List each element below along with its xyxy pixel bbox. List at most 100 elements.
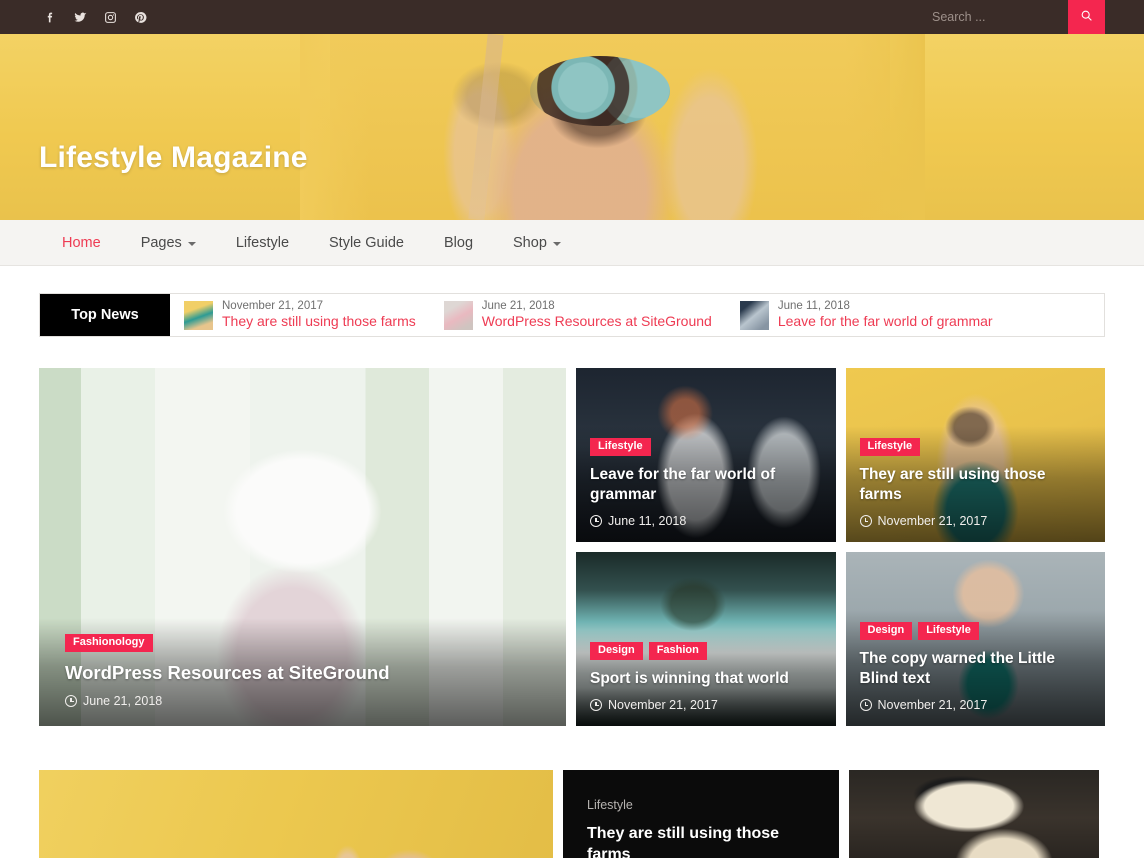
featured-card-grammar[interactable]: Lifestyle Leave for the far world of gra… [576, 368, 836, 542]
card-meta: November 21, 2017 [590, 698, 822, 712]
top-news-ticker: Top News November 21, 2017 They are stil… [39, 293, 1105, 337]
nav-label: Blog [444, 235, 473, 251]
card-title: Leave for the far world of grammar [590, 465, 822, 504]
nav-item-blog[interactable]: Blog [444, 235, 473, 251]
featured-grid: Fashionology WordPress Resources at Site… [39, 368, 1105, 726]
ticker-thumbnail [740, 301, 769, 330]
category-badge[interactable]: Lifestyle [918, 622, 979, 640]
ticker-date: June 11, 2018 [778, 299, 993, 313]
ticker-text: November 21, 2017 They are still using t… [222, 299, 416, 331]
card-date: June 21, 2018 [83, 694, 162, 708]
card-date: June 11, 2018 [608, 514, 686, 528]
ticker-text: June 11, 2018 Leave for the far world of… [778, 299, 993, 331]
search-icon [1080, 9, 1093, 25]
ticker-item[interactable]: June 11, 2018 Leave for the far world of… [726, 299, 1007, 331]
card-badges: Fashionology [65, 634, 542, 652]
pinterest-icon[interactable] [132, 9, 148, 25]
clock-icon [590, 699, 602, 711]
search-form [928, 0, 1105, 34]
hero-image [330, 34, 890, 220]
category-badge[interactable]: Design [590, 642, 643, 660]
card-badges: Design Fashion [590, 642, 822, 660]
nav-item-lifestyle[interactable]: Lifestyle [236, 235, 289, 251]
card-badges: Lifestyle [860, 438, 1092, 456]
category-badge[interactable]: Lifestyle [860, 438, 921, 456]
card-title: WordPress Resources at SiteGround [65, 661, 542, 684]
search-button[interactable] [1068, 0, 1105, 34]
chevron-down-icon [553, 242, 561, 246]
card-overlay: Design Lifestyle The copy warned the Lit… [846, 610, 1106, 726]
card-overlay: Design Fashion Sport is winning that wor… [576, 630, 836, 726]
card-meta: November 21, 2017 [860, 514, 1092, 528]
ticker-item[interactable]: November 21, 2017 They are still using t… [170, 299, 430, 331]
nav-label: Style Guide [329, 235, 404, 251]
nav-item-style-guide[interactable]: Style Guide [329, 235, 404, 251]
main-navigation: Home Pages Lifestyle Style Guide Blog Sh… [0, 220, 1144, 266]
ticker-thumbnail [184, 301, 213, 330]
category-badge[interactable]: Fashionology [65, 634, 153, 652]
nav-label: Home [62, 235, 101, 251]
card-date: November 21, 2017 [878, 514, 988, 528]
featured-card-sport[interactable]: Design Fashion Sport is winning that wor… [576, 552, 836, 726]
card-overlay: Fashionology WordPress Resources at Site… [39, 618, 566, 726]
ticker-item[interactable]: June 21, 2018 WordPress Resources at Sit… [430, 299, 726, 331]
card-overlay: Lifestyle Leave for the far world of gra… [576, 426, 836, 542]
clock-icon [590, 515, 602, 527]
card-date: November 21, 2017 [878, 698, 988, 712]
card-overlay: Lifestyle They are still using those far… [846, 426, 1106, 542]
card-meta: November 21, 2017 [860, 698, 1092, 712]
bottom-card-image-right[interactable] [849, 770, 1099, 858]
card-date: November 21, 2017 [608, 698, 718, 712]
hero-fade-right [845, 34, 925, 220]
instagram-icon[interactable] [102, 9, 118, 25]
content-wrapper: Top News November 21, 2017 They are stil… [0, 293, 1144, 858]
clock-icon [65, 695, 77, 707]
card-meta: June 11, 2018 [590, 514, 822, 528]
chevron-down-icon [188, 242, 196, 246]
bottom-row: Lifestyle They are still using those far… [39, 770, 1105, 858]
ticker-date: November 21, 2017 [222, 299, 416, 313]
ticker-items: November 21, 2017 They are still using t… [170, 294, 1104, 336]
nav-label: Shop [513, 235, 547, 251]
nav-item-shop[interactable]: Shop [513, 235, 561, 251]
card-badges: Design Lifestyle [860, 622, 1092, 640]
top-bar [0, 0, 1144, 34]
featured-column-c: Lifestyle They are still using those far… [846, 368, 1106, 726]
featured-card-main[interactable]: Fashionology WordPress Resources at Site… [39, 368, 566, 726]
card-title: They are still using those farms [860, 465, 1092, 504]
hero-banner: Lifestyle Magazine [0, 34, 1144, 220]
bottom-card-title: They are still using those farms [587, 824, 821, 858]
bottom-card-dark[interactable]: Lifestyle They are still using those far… [563, 770, 839, 858]
card-title: The copy warned the Little Blind text [860, 649, 1092, 688]
nav-label: Lifestyle [236, 235, 289, 251]
featured-card-farms[interactable]: Lifestyle They are still using those far… [846, 368, 1106, 542]
featured-main-column: Fashionology WordPress Resources at Site… [39, 368, 566, 726]
ticker-title: Leave for the far world of grammar [778, 313, 993, 331]
ticker-date: June 21, 2018 [482, 299, 712, 313]
category-badge[interactable]: Lifestyle [590, 438, 651, 456]
nav-label: Pages [141, 235, 182, 251]
featured-column-b: Lifestyle Leave for the far world of gra… [576, 368, 836, 726]
search-input[interactable] [928, 0, 1068, 34]
nav-item-home[interactable]: Home [62, 235, 101, 251]
site-title: Lifestyle Magazine [39, 141, 308, 175]
ticker-title: They are still using those farms [222, 313, 416, 331]
ticker-text: June 21, 2018 WordPress Resources at Sit… [482, 299, 712, 331]
category-badge[interactable]: Fashion [649, 642, 707, 660]
card-title: Sport is winning that world [590, 669, 822, 688]
nav-item-pages[interactable]: Pages [141, 235, 196, 251]
hero-fade-left [300, 34, 370, 220]
card-meta: June 21, 2018 [65, 694, 542, 708]
bottom-card-image-left[interactable] [39, 770, 553, 858]
clock-icon [860, 699, 872, 711]
category-badge[interactable]: Design [860, 622, 913, 640]
ticker-title: WordPress Resources at SiteGround [482, 313, 712, 331]
featured-card-little-blind[interactable]: Design Lifestyle The copy warned the Lit… [846, 552, 1106, 726]
clock-icon [860, 515, 872, 527]
twitter-icon[interactable] [72, 9, 88, 25]
facebook-icon[interactable] [42, 9, 58, 25]
card-badges: Lifestyle [590, 438, 822, 456]
ticker-label[interactable]: Top News [40, 294, 170, 336]
ticker-thumbnail [444, 301, 473, 330]
bottom-card-category[interactable]: Lifestyle [587, 798, 821, 812]
